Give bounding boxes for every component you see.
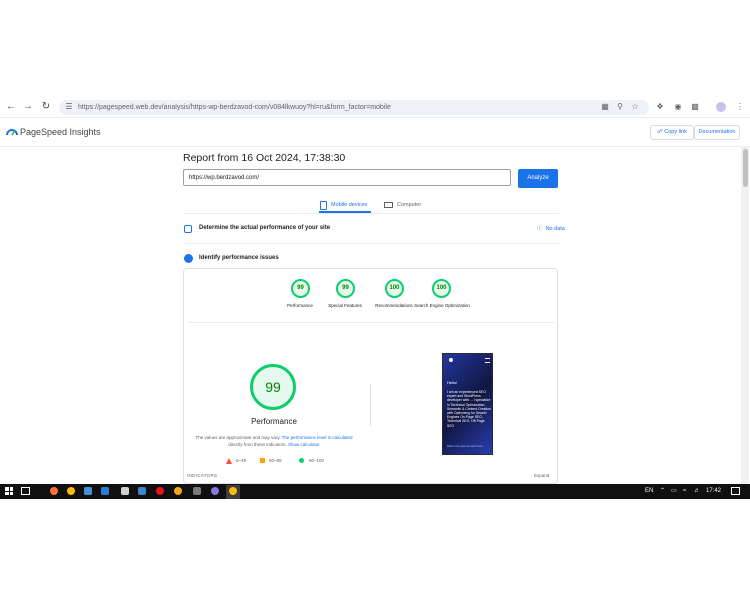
app-icon-4[interactable]: [174, 487, 182, 495]
documentation-button[interactable]: Documentation: [694, 125, 740, 140]
opera-icon[interactable]: [156, 487, 164, 495]
score-gauge-performance[interactable]: 99: [291, 279, 310, 298]
expand-link[interactable]: Expand: [534, 472, 549, 479]
pagespeed-logo-icon: [6, 129, 18, 136]
analyze-button[interactable]: Analyze: [518, 169, 558, 188]
app-icon-1[interactable]: [84, 487, 92, 495]
wifi-icon[interactable]: ≈: [683, 487, 686, 496]
bookmark-star-icon[interactable]: ☆: [629, 101, 641, 113]
section-divider: [183, 243, 559, 244]
volume-icon[interactable]: ♬: [694, 487, 700, 496]
taskbar: [0, 484, 750, 499]
report-title: Report from 16 Oct 2024, 17:38:30: [183, 152, 346, 164]
translate-ext-icon[interactable]: ◉: [672, 101, 684, 113]
note-text-1: The values are approximate and may vary.: [195, 435, 281, 440]
tabs-divider: [183, 213, 559, 214]
clock[interactable]: 17:42: [706, 487, 721, 496]
app-icon-2[interactable]: [101, 487, 109, 495]
no-data-label: No data: [545, 226, 565, 232]
section-performance-issues: Identify performance issues: [199, 255, 279, 261]
language-indicator[interactable]: EN: [645, 487, 653, 496]
forward-arrow-icon[interactable]: →: [21, 100, 35, 114]
tray-chevron-icon[interactable]: ⌃: [660, 487, 665, 496]
score-gauge-seo[interactable]: 100: [432, 279, 451, 298]
score-gauge-recommendations[interactable]: 100: [385, 279, 404, 298]
page-screenshot-preview: Hello! I am an experienced SEO expert an…: [442, 353, 493, 455]
performance-title: Performance: [251, 417, 297, 426]
preview-body: I am an experienced SEO expert and WordP…: [447, 390, 491, 428]
firefox-icon[interactable]: [50, 487, 58, 495]
chrome-active-icon[interactable]: [229, 487, 237, 495]
url-input[interactable]: https://wp.berdzavod.com/: [183, 169, 511, 186]
app-icon-6[interactable]: [211, 487, 219, 495]
preview-logo-icon: [449, 358, 453, 362]
menu-dots-icon[interactable]: ⋮: [734, 101, 746, 113]
preview-hello: Hello!: [447, 380, 458, 385]
translate-icon[interactable]: ▦: [599, 101, 611, 113]
url-text[interactable]: https://pagespeed.web.dev/analysis/https…: [78, 102, 391, 113]
profile-avatar-icon[interactable]: [716, 102, 726, 112]
brand-name[interactable]: PageSpeed Insights: [20, 127, 101, 138]
report-card: [183, 268, 558, 484]
zoom-icon[interactable]: ⚲: [614, 101, 626, 113]
legend-average: 50–89: [269, 458, 282, 463]
mobile-icon: [320, 201, 327, 210]
page-scrollbar[interactable]: [741, 146, 749, 484]
no-data-status[interactable]: ⓘ No data: [537, 225, 565, 234]
section-real-performance: Determine the actual performance of your…: [199, 225, 331, 231]
scrollbar-thumb[interactable]: [743, 149, 748, 187]
extension-icon[interactable]: ❖: [654, 101, 666, 113]
app-icon-5[interactable]: [193, 487, 201, 495]
legend-fail: 0–49: [236, 458, 247, 463]
file-icon[interactable]: [121, 487, 129, 495]
puzzle-icon[interactable]: ▩: [689, 101, 701, 113]
notifications-icon[interactable]: [731, 487, 740, 495]
pass-circle-icon: [299, 458, 304, 463]
score-gauge-accessibility[interactable]: 99: [336, 279, 355, 298]
psi-header: [0, 118, 750, 147]
users-data-icon: [184, 225, 192, 233]
app-icon-3[interactable]: [138, 487, 146, 495]
performance-score-gauge: 99: [250, 364, 296, 410]
indicators-heading: INDICATORS: [187, 473, 218, 478]
show-calculator-link[interactable]: Show calculator: [288, 442, 320, 447]
vertical-divider: [370, 384, 371, 426]
copy-link-button[interactable]: ☍ Copy link: [650, 125, 694, 140]
chrome-icon[interactable]: [67, 487, 75, 495]
performance-note: The values are approximate and may vary.…: [192, 434, 356, 448]
battery-icon[interactable]: ▭: [671, 487, 677, 496]
note-text-2: directly from these indicators.: [228, 442, 287, 447]
reload-icon[interactable]: ↻: [39, 100, 53, 114]
score-label-seo: Search Engine Optimization: [414, 303, 470, 308]
tab-mobile[interactable]: Mobile devices: [331, 201, 367, 210]
legend-pass: 90–100: [309, 458, 325, 463]
preview-menu-icon: [485, 358, 490, 363]
copy-link-label: Copy link: [664, 129, 687, 135]
performance-level-link[interactable]: The performance level is calculated: [282, 435, 353, 440]
tab-computer[interactable]: Computer: [397, 201, 421, 210]
fail-triangle-icon: [226, 458, 232, 464]
computer-icon: [384, 202, 393, 208]
preview-more-link: More info and contact here: [447, 444, 483, 448]
windows-start-icon[interactable]: [5, 487, 13, 495]
lab-check-icon: [184, 254, 193, 263]
task-view-icon[interactable]: [21, 487, 30, 495]
average-square-icon: [260, 458, 265, 463]
site-info-icon[interactable]: ☰: [63, 101, 75, 113]
info-icon: ⓘ: [537, 226, 543, 232]
back-arrow-icon[interactable]: ←: [4, 100, 18, 114]
card-divider: [188, 322, 554, 323]
